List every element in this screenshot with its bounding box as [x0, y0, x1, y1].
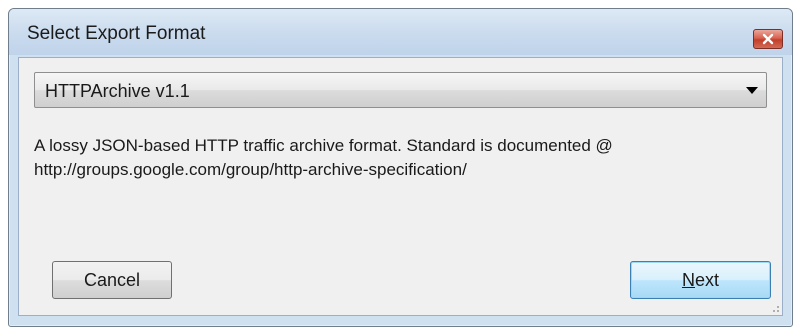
next-label: Next — [682, 270, 719, 291]
close-button[interactable] — [753, 29, 783, 49]
description-line-2: http://groups.google.com/group/http-arch… — [34, 160, 467, 179]
export-format-dialog: Select Export Format HTTPArchive v1.1 A … — [8, 8, 793, 327]
cancel-label: Cancel — [83, 269, 141, 290]
resize-grip-icon[interactable] — [770, 303, 780, 313]
next-button[interactable]: Next — [630, 261, 771, 299]
dropdown-arrow-icon[interactable] — [746, 87, 758, 94]
selected-format: HTTPArchive v1.1 — [45, 81, 190, 101]
dialog-body: HTTPArchive v1.1 A lossy JSON-based HTTP… — [18, 57, 783, 316]
title-bar[interactable]: Select Export Format — [9, 9, 792, 55]
next-label-rest: ext — [694, 269, 719, 290]
next-mnemonic: N — [681, 269, 695, 290]
export-format-select[interactable]: HTTPArchive v1.1 — [34, 72, 767, 108]
cancel-button[interactable]: Cancel — [52, 261, 172, 299]
close-icon — [762, 33, 774, 45]
dialog-title: Select Export Format — [27, 23, 206, 44]
format-description: A lossy JSON-based HTTP traffic archive … — [34, 134, 774, 182]
description-line-1: A lossy JSON-based HTTP traffic archive … — [34, 136, 613, 155]
